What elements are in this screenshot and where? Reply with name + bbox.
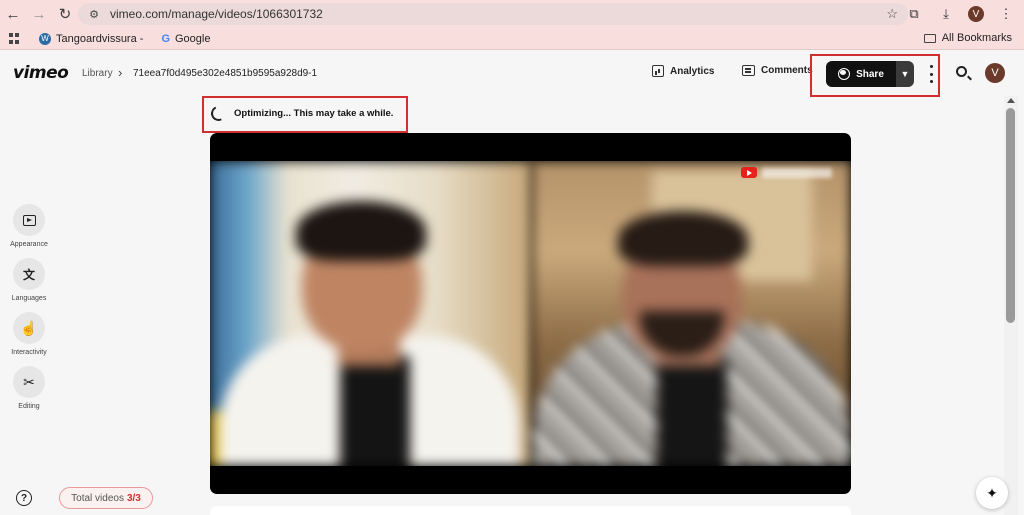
watermark-blur (762, 168, 832, 178)
help-icon[interactable]: ? (16, 490, 32, 506)
tool-interactivity[interactable]: ☝ Interactivity (5, 312, 53, 356)
back-icon[interactable]: ← (0, 1, 26, 27)
video-left-panel (210, 161, 532, 466)
share-button[interactable]: Share (826, 61, 896, 87)
tool-label: Editing (18, 403, 40, 410)
bookmark-tangoardvissura[interactable]: W Tangoardvissura - (39, 32, 144, 45)
reload-icon[interactable]: ↻ (52, 1, 78, 27)
comments-icon (742, 65, 755, 76)
tool-label: Interactivity (11, 349, 47, 356)
total-videos-count: 3/3 (126, 492, 141, 504)
bookmark-google[interactable]: G Google (161, 33, 210, 45)
ai-sparkle-button[interactable]: ✦ (976, 477, 1008, 509)
user-avatar[interactable]: V (985, 63, 1005, 83)
url-text[interactable]: vimeo.com/manage/videos/1066301732 (110, 7, 323, 21)
share-button-group: Share ▼ (826, 61, 914, 87)
tool-label: Languages (11, 295, 47, 302)
sparkle-icon: ✦ (986, 484, 998, 501)
analytics-button[interactable]: Analytics (652, 65, 714, 77)
bookmark-label: Tangoardvissura - (56, 32, 144, 45)
translate-icon: 文 (13, 258, 45, 290)
tool-appearance[interactable]: Appearance (5, 204, 53, 248)
search-icon[interactable] (956, 66, 967, 77)
scissors-icon: ✂ (13, 366, 45, 398)
share-dropdown-chevron-icon[interactable]: ▼ (896, 61, 914, 87)
wordpress-icon: W (39, 32, 51, 45)
analytics-icon (652, 65, 664, 77)
total-videos-badge[interactable]: Total videos 3/3 (59, 487, 153, 509)
chevron-right-icon: › (118, 65, 123, 80)
breadcrumb-video-title: 71eea7f0d495e302e4851b9595a928d9-1 (133, 68, 318, 79)
apps-grid-icon[interactable] (9, 32, 21, 45)
vimeo-logo[interactable]: vimeo (13, 63, 69, 83)
browser-menu-icon[interactable]: ⋮ (996, 4, 1016, 24)
browser-toolbar: ← → ↻ ⚙ vimeo.com/manage/videos/10663017… (0, 0, 1024, 28)
more-options-icon[interactable] (928, 65, 934, 83)
details-card (210, 506, 851, 515)
video-frame (210, 161, 851, 466)
browser-profile-avatar[interactable]: V (968, 6, 984, 22)
tool-languages[interactable]: 文 Languages (5, 258, 53, 302)
google-icon: G (161, 32, 170, 45)
bookmarks-bar: W Tangoardvissura - G Google All Bookmar… (0, 28, 1024, 50)
app-header: vimeo Library › 71eea7f0d495e302e4851b95… (0, 51, 1024, 97)
bookmark-star-icon[interactable]: ☆ (886, 6, 898, 22)
download-icon[interactable]: ⤓ (936, 4, 956, 24)
analytics-label: Analytics (670, 65, 715, 77)
comments-label: Comments (761, 65, 813, 76)
bookmark-label: Google (175, 32, 211, 45)
tool-label: Appearance (10, 241, 48, 248)
comments-button[interactable]: Comments (742, 65, 813, 76)
extensions-icon[interactable]: ⧉ (904, 4, 924, 24)
all-bookmarks-label: All Bookmarks (941, 32, 1012, 44)
breadcrumb-library[interactable]: Library (82, 68, 113, 79)
all-bookmarks[interactable]: All Bookmarks (923, 32, 1012, 44)
globe-icon (838, 68, 851, 80)
scrollbar-thumb[interactable] (1006, 108, 1015, 323)
optimizing-status-text: Optimizing... This may take a while. (234, 108, 394, 119)
folder-icon (923, 33, 936, 43)
address-bar[interactable]: ⚙ vimeo.com/manage/videos/1066301732 ☆ (78, 3, 908, 25)
site-info-icon[interactable]: ⚙ (86, 6, 102, 22)
tool-editing[interactable]: ✂ Editing (5, 366, 53, 410)
tap-icon: ☝ (13, 312, 45, 344)
share-label: Share (856, 68, 884, 80)
video-right-panel (532, 161, 851, 466)
youtube-icon (741, 167, 757, 178)
video-player[interactable] (210, 133, 851, 494)
play-square-icon (13, 204, 45, 236)
scroll-up-arrow-icon[interactable] (1007, 98, 1015, 103)
forward-icon[interactable]: → (26, 1, 52, 27)
total-videos-label: Total videos (71, 492, 124, 504)
